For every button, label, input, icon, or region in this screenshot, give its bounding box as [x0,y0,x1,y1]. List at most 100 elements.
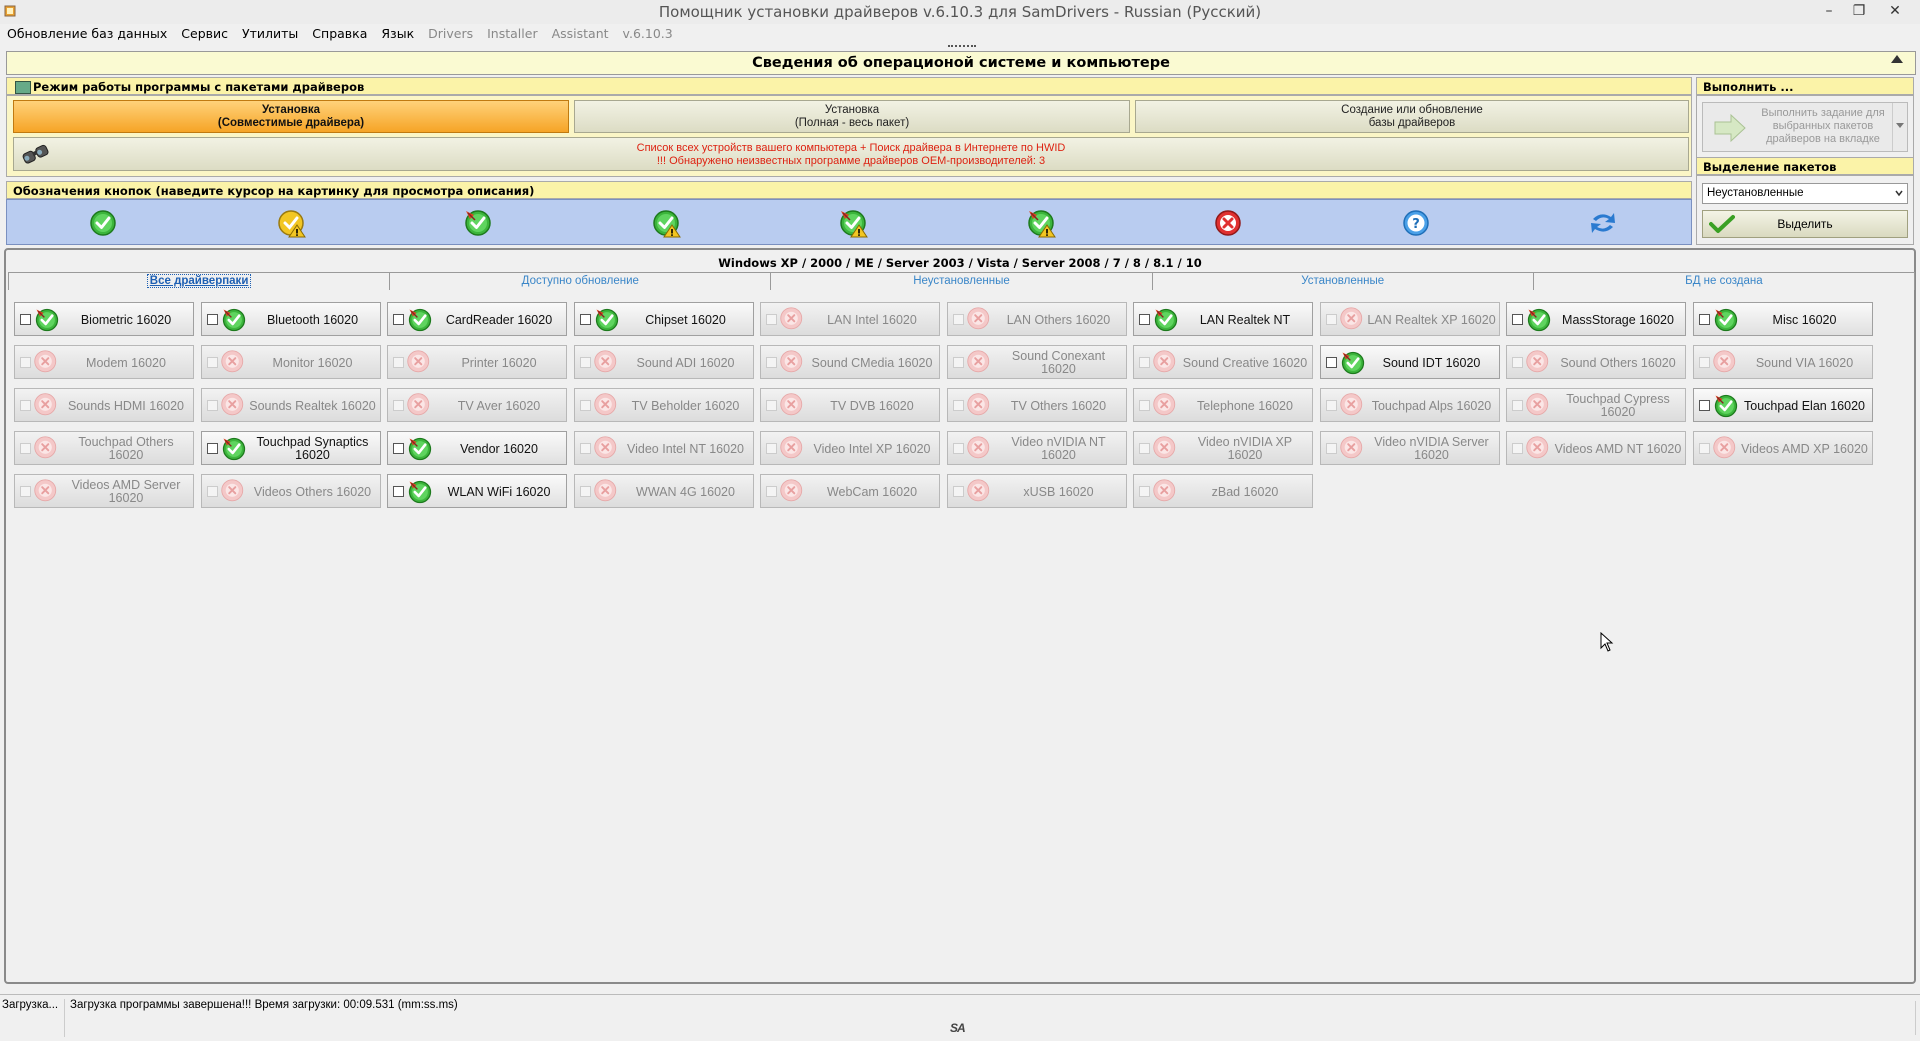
tab-2[interactable]: Неустановленные [770,272,1153,290]
maximize-button[interactable]: ❐ [1842,0,1876,22]
menu-item-1[interactable]: Сервис [174,24,235,44]
driver-pack-tile[interactable]: Sound CMedia 16020 [760,345,940,379]
driver-pack-tile[interactable]: TV DVB 16020 [760,388,940,422]
driver-pack-tile[interactable]: TV Others 16020 [946,388,1127,422]
driver-pack-tile[interactable]: Video nVIDIA XP 16020 [1133,431,1313,465]
driver-pack-tile[interactable]: Videos Others 16020 [200,474,381,508]
driver-pack-tile[interactable]: WWAN 4G 16020 [573,474,754,508]
pack-checkbox[interactable] [579,486,591,497]
driver-pack-tile[interactable]: zBad 16020 [1133,474,1313,508]
check-ok-icon[interactable] [87,207,119,239]
mode-install-compatible-button[interactable]: Установка (Совместимые драйвера) [13,100,569,133]
pack-checkbox[interactable] [393,357,404,368]
driver-pack-tile[interactable]: TV Beholder 16020 [573,388,754,422]
driver-pack-tile[interactable]: Touchpad Synaptics 16020 [200,431,381,465]
pack-checkbox[interactable] [20,357,31,368]
driver-pack-tile[interactable]: Sounds Realtek 16020 [200,388,381,422]
question-help-icon[interactable]: ? [1400,207,1432,239]
hwid-device-list-button[interactable]: Список всех устройств вашего компьютера … [13,137,1689,171]
pack-checkbox[interactable] [952,357,964,368]
tab-1[interactable]: Доступно обновление [389,272,772,290]
driver-pack-tile[interactable]: Bluetooth 16020 [200,302,381,336]
close-button[interactable]: ✕ [1878,0,1912,22]
pack-checkbox[interactable] [393,314,404,325]
pack-checkbox[interactable] [393,400,404,411]
collapse-up-icon[interactable] [1891,55,1903,63]
pack-checkbox[interactable] [1698,357,1710,368]
driver-pack-tile[interactable]: Monitor 16020 [200,345,381,379]
driver-pack-tile[interactable]: LAN Others 16020 [946,302,1127,336]
cross-error-icon[interactable] [1212,207,1244,239]
pack-checkbox[interactable] [1139,357,1150,368]
driver-pack-tile[interactable]: Sound Conexant 16020 [946,345,1127,379]
driver-pack-tile[interactable]: Chipset 16020 [573,302,754,336]
driver-pack-tile[interactable]: Video nVIDIA Server 16020 [1319,431,1500,465]
pack-checkbox[interactable] [952,400,964,411]
menu-item-6[interactable]: Installer [480,24,544,44]
pack-checkbox[interactable] [766,486,777,497]
driver-pack-tile[interactable]: Touchpad Cypress 16020 [1506,388,1686,422]
pack-checkbox[interactable] [1139,400,1150,411]
pack-checkbox[interactable] [1325,400,1337,411]
pack-checkbox[interactable] [766,443,777,454]
menu-item-5[interactable]: Drivers [421,24,480,44]
driver-pack-tile[interactable]: xUSB 16020 [946,474,1127,508]
pack-checkbox[interactable] [1512,357,1523,368]
driver-pack-tile[interactable]: Video Intel NT 16020 [573,431,754,465]
driver-pack-tile[interactable]: Video Intel XP 16020 [760,431,940,465]
pack-checkbox[interactable] [579,357,591,368]
driver-pack-tile[interactable]: Misc 16020 [1692,302,1873,336]
pack-checkbox[interactable] [206,486,218,497]
pack-checkbox[interactable] [952,443,964,454]
pack-checkbox[interactable] [1512,314,1523,325]
execute-scroll[interactable] [1892,103,1907,151]
driver-pack-tile[interactable]: WebCam 16020 [760,474,940,508]
driver-pack-tile[interactable]: CardReader 16020 [387,302,567,336]
pack-checkbox[interactable] [766,400,777,411]
driver-pack-tile[interactable]: LAN Intel 16020 [760,302,940,336]
tab-4[interactable]: БД не создана [1532,272,1915,290]
pack-checkbox[interactable] [766,314,777,325]
driver-pack-tile[interactable]: Videos AMD NT 16020 [1506,431,1686,465]
pack-checkbox[interactable] [579,400,591,411]
driver-pack-tile[interactable]: MassStorage 16020 [1506,302,1686,336]
check-pin-icon[interactable] [462,207,494,239]
mode-create-database-button[interactable]: Создание или обновление базы драйверов [1135,100,1689,133]
pack-checkbox[interactable] [206,400,218,411]
driver-pack-tile[interactable]: Videos AMD XP 16020 [1692,431,1873,465]
menu-item-0[interactable]: Обновление баз данных [0,24,174,44]
driver-pack-tile[interactable]: Video nVIDIA NT 16020 [946,431,1127,465]
driver-pack-tile[interactable]: Vendor 16020 [387,431,567,465]
execute-button[interactable]: Выполнить задание для выбранных пакетов … [1702,102,1908,152]
driver-pack-tile[interactable]: Sound ADI 16020 [573,345,754,379]
pack-checkbox[interactable] [206,314,218,325]
menu-item-2[interactable]: Утилиты [235,24,305,44]
driver-pack-tile[interactable]: LAN Realtek NT [1133,302,1313,336]
mode-install-full-button[interactable]: Установка (Полная - весь пакет) [574,100,1130,133]
driver-pack-tile[interactable]: Biometric 16020 [14,302,194,336]
driver-pack-tile[interactable]: Telephone 16020 [1133,388,1313,422]
driver-pack-tile[interactable]: Sound Others 16020 [1506,345,1686,379]
pack-checkbox[interactable] [206,443,218,454]
driver-pack-tile[interactable]: Sound Creative 16020 [1133,345,1313,379]
driver-pack-tile[interactable]: Sound VIA 16020 [1692,345,1873,379]
pack-checkbox[interactable] [1325,314,1337,325]
minimize-button[interactable]: – [1812,0,1846,22]
tab-0[interactable]: Все драйверпаки [8,272,391,290]
pack-checkbox[interactable] [1698,443,1710,454]
pack-checkbox[interactable] [1512,443,1523,454]
check-pin-warning-yellow-icon[interactable] [1025,207,1057,239]
driver-pack-tile[interactable]: Sounds HDMI 16020 [14,388,194,422]
driver-pack-tile[interactable]: Touchpad Others 16020 [14,431,194,465]
driver-pack-tile[interactable]: Touchpad Alps 16020 [1319,388,1500,422]
check-pin-warning-red-icon[interactable] [837,207,869,239]
pack-checkbox[interactable] [20,486,31,497]
pack-checkbox[interactable] [579,314,591,325]
driver-pack-tile[interactable]: Printer 16020 [387,345,567,379]
check-warning-icon[interactable] [275,207,307,239]
pack-checkbox[interactable] [206,357,218,368]
menu-item-8[interactable]: v.6.10.3 [616,24,680,44]
pack-checkbox[interactable] [1325,357,1337,368]
os-info-header[interactable]: Сведения об операционой системе и компью… [6,51,1916,75]
pack-checkbox[interactable] [1698,400,1710,411]
